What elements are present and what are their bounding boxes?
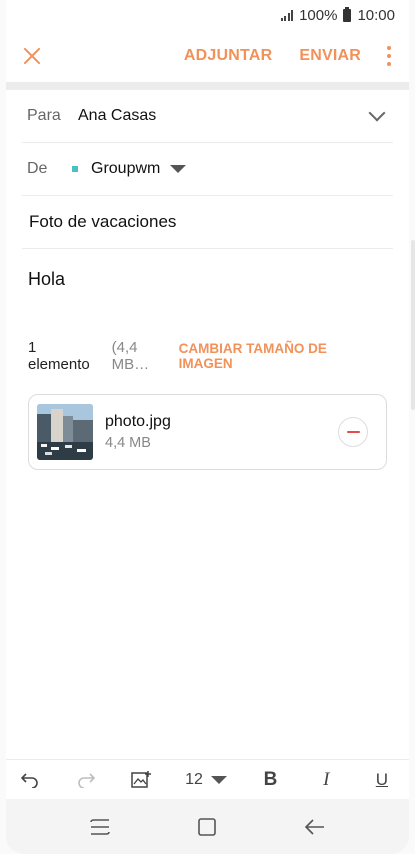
italic-button[interactable]: I [314, 765, 338, 795]
close-icon[interactable] [22, 46, 42, 66]
attachment-item[interactable]: photo.jpg 4,4 MB [28, 394, 387, 470]
insert-image-icon[interactable] [129, 765, 153, 795]
dropdown-arrow-icon[interactable] [170, 165, 187, 173]
battery-icon [343, 6, 352, 22]
system-nav-bar [6, 799, 409, 854]
home-icon[interactable] [187, 807, 227, 847]
underline-button[interactable]: U [370, 765, 394, 795]
divider [6, 82, 409, 90]
resize-image-button[interactable]: CAMBIAR TAMAÑO DE IMAGEN [179, 341, 383, 371]
subject-field[interactable]: Foto de vacaciones [22, 196, 393, 249]
photo-thumbnail [37, 404, 93, 460]
undo-icon[interactable] [18, 765, 42, 795]
to-label: Para [27, 107, 61, 124]
dropdown-arrow-icon [210, 775, 227, 784]
attachment-name: photo.jpg [105, 413, 171, 430]
more-options-icon[interactable] [381, 46, 397, 66]
format-toolbar: 12 B I U [6, 759, 409, 799]
attachment-count: 1 elemento [28, 339, 90, 373]
signal-icon [280, 9, 294, 21]
send-button[interactable]: ENVIAR [299, 47, 361, 65]
attachment-total-size: (4,4 MB… [111, 339, 150, 373]
action-bar: ADJUNTAR ENVIAR [6, 30, 409, 82]
from-account[interactable]: Groupwm [91, 160, 160, 178]
font-size-select[interactable]: 12 [185, 765, 227, 795]
message-body[interactable]: Hola [6, 249, 409, 331]
to-recipient[interactable]: Ana Casas [78, 107, 371, 125]
attachment-meta: photo.jpg 4,4 MB [105, 413, 338, 451]
screen: 100% 10:00 ADJUNTAR ENVIAR Para Ana Casa… [6, 0, 409, 854]
redo-icon[interactable] [74, 765, 98, 795]
remove-icon[interactable] [338, 417, 368, 447]
attachments-summary: 1 elemento (4,4 MB… CAMBIAR TAMAÑO DE IM… [6, 331, 409, 381]
back-icon[interactable] [295, 807, 335, 847]
recent-apps-icon[interactable] [80, 807, 120, 847]
to-field[interactable]: Para Ana Casas [22, 90, 393, 143]
from-label: De [27, 160, 48, 177]
from-field[interactable]: De Groupwm [22, 143, 393, 196]
attachment-size: 4,4 MB [105, 435, 151, 451]
side-button [411, 240, 415, 410]
clock: 10:00 [357, 6, 395, 24]
bold-button[interactable]: B [259, 765, 283, 795]
chevron-down-icon[interactable] [368, 104, 386, 122]
account-color-dot [72, 166, 78, 172]
attach-button[interactable]: ADJUNTAR [184, 47, 272, 65]
font-size-value: 12 [185, 770, 203, 788]
status-bar: 100% 10:00 [6, 0, 409, 30]
device-frame: 100% 10:00 ADJUNTAR ENVIAR Para Ana Casa… [0, 0, 415, 854]
battery-percent: 100% [299, 6, 338, 24]
message-body-text: Hola [28, 269, 66, 289]
